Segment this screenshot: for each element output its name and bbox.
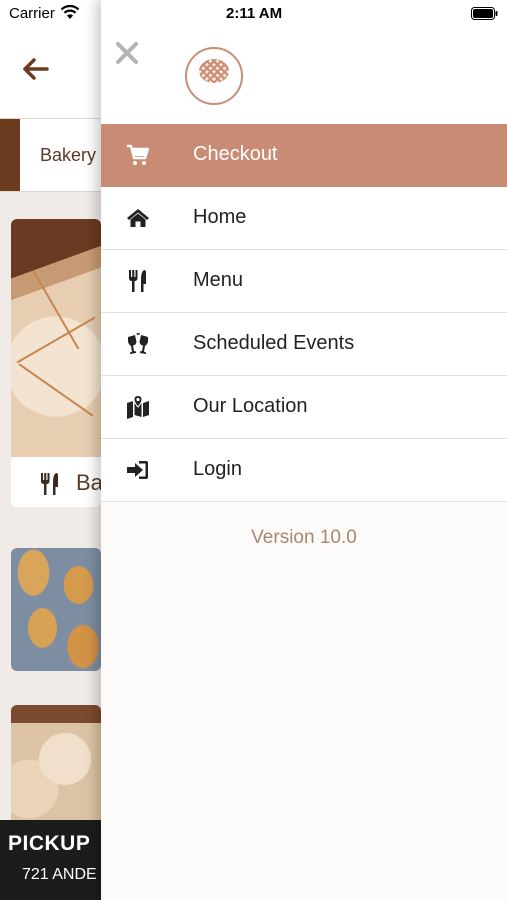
- pickup-title: PICKUP: [8, 832, 91, 855]
- sign-in-icon: [127, 461, 148, 479]
- tab-accent: [0, 119, 20, 191]
- glasses-toast-icon: [128, 332, 148, 354]
- menu-item-login[interactable]: Login: [101, 439, 507, 502]
- close-icon[interactable]: [114, 40, 140, 66]
- back-arrow-icon[interactable]: [21, 57, 49, 81]
- home-icon: [127, 209, 149, 227]
- drawer-menu: Checkout Home Menu Scheduled Events Our …: [101, 124, 507, 502]
- bakery-logo: [185, 47, 243, 105]
- pickup-address: 721 ANDE: [22, 866, 97, 883]
- menu-label: Login: [193, 458, 242, 480]
- product-card[interactable]: [11, 705, 101, 825]
- product-card[interactable]: [11, 219, 101, 507]
- battery-icon: [471, 7, 498, 20]
- status-bar: Carrier 2:11 AM: [0, 0, 507, 28]
- menu-label: Scheduled Events: [193, 332, 355, 354]
- menu-label: Home: [193, 206, 247, 228]
- menu-item-our-location[interactable]: Our Location: [101, 376, 507, 439]
- product-image: [11, 548, 101, 671]
- menu-label: Our Location: [193, 395, 308, 417]
- cutlery-icon: [41, 473, 58, 495]
- map-icon: [127, 395, 149, 419]
- side-drawer: Checkout Home Menu Scheduled Events Our …: [101, 0, 507, 900]
- cutlery-icon: [129, 270, 146, 292]
- wifi-icon: [60, 4, 80, 19]
- menu-label: Checkout: [193, 143, 278, 165]
- product-image: [11, 219, 101, 457]
- version-label: Version 10.0: [251, 527, 357, 548]
- cart-icon: [127, 144, 150, 165]
- card-label: Ba: [76, 470, 103, 495]
- menu-item-menu[interactable]: Menu: [101, 250, 507, 313]
- carrier-label: Carrier: [9, 5, 55, 22]
- product-image: [11, 705, 101, 825]
- menu-item-scheduled-events[interactable]: Scheduled Events: [101, 313, 507, 376]
- tab-bakery[interactable]: Bakery: [40, 145, 96, 166]
- menu-label: Menu: [193, 269, 244, 291]
- menu-item-home[interactable]: Home: [101, 187, 507, 250]
- clock: 2:11 AM: [226, 5, 283, 22]
- product-card[interactable]: [11, 548, 101, 671]
- menu-item-checkout[interactable]: Checkout: [101, 124, 507, 187]
